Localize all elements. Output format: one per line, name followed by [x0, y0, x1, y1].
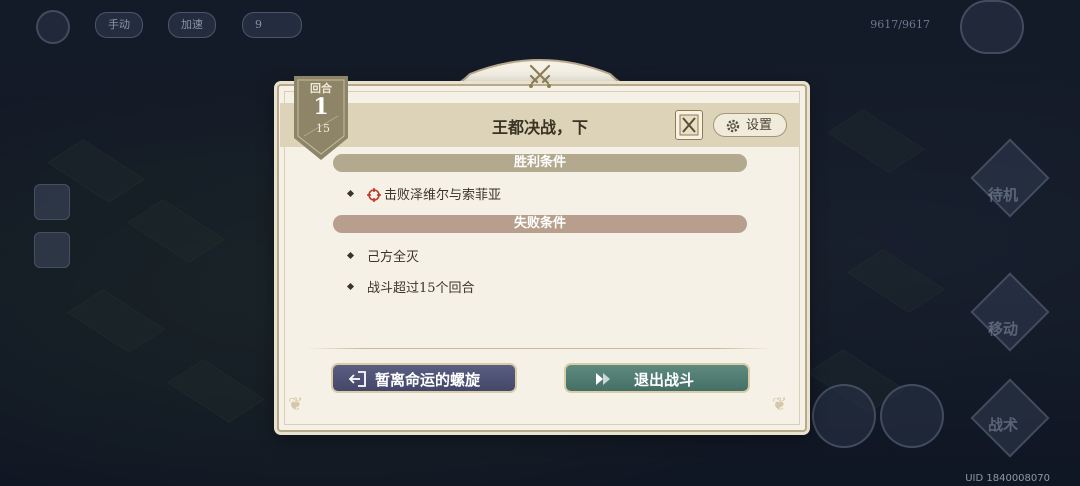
skill-button[interactable] [812, 384, 876, 448]
menu-button[interactable] [36, 10, 70, 44]
speed-button[interactable]: 加速 [168, 12, 216, 38]
corner-ornament: ❦ [772, 394, 788, 415]
corner-ornament: ❦ [288, 394, 304, 415]
bullet-icon [346, 189, 355, 198]
gear-icon [726, 119, 740, 133]
fast-forward-icon [596, 373, 610, 385]
bullet-icon [346, 251, 355, 260]
map-button[interactable] [675, 110, 703, 140]
skill-button[interactable] [880, 384, 944, 448]
round-current: 1 [313, 94, 329, 120]
leave-button-label: 暂离命运的螺旋 [375, 371, 481, 389]
turn-counter: 9 [242, 12, 302, 38]
defeat-header: 失败条件 [333, 215, 747, 233]
crossed-swords-icon [529, 64, 551, 88]
map-icon [679, 114, 699, 136]
tactics-action-label: 战术 [987, 416, 1018, 434]
defeat-condition-text: 战斗超过15个回合 [367, 281, 475, 296]
defeat-condition: 己方全灭 [346, 246, 420, 265]
leave-temporarily-button[interactable]: 暂离命运的螺旋 [331, 363, 517, 393]
exit-door-icon [349, 371, 366, 387]
target-icon [367, 187, 381, 202]
victory-condition: 击败泽维尔与索菲亚 [346, 184, 502, 203]
uid-label: UID 1840008070 [965, 473, 1050, 484]
victory-header: 胜利条件 [333, 154, 747, 172]
exit-battle-button[interactable]: 退出战斗 [564, 363, 750, 393]
round-total: 15 [316, 122, 330, 135]
character-portrait[interactable] [960, 0, 1024, 54]
settings-button[interactable]: 设置 [713, 113, 787, 137]
side-tool-button[interactable] [34, 232, 70, 268]
defeat-condition: 战斗超过15个回合 [346, 277, 475, 296]
auto-mode-button[interactable]: 手动 [95, 12, 143, 38]
wait-action-label: 待机 [987, 186, 1018, 204]
divider [306, 348, 774, 349]
defeat-condition-text: 己方全灭 [367, 250, 420, 265]
move-action-label: 移动 [987, 320, 1018, 338]
exit-button-label: 退出战斗 [634, 371, 695, 389]
victory-condition-text: 击败泽维尔与索菲亚 [384, 188, 502, 203]
player-hp: 9617/9617 [870, 18, 930, 31]
side-tool-button[interactable] [34, 184, 70, 220]
bullet-icon [346, 282, 355, 291]
settings-label: 设置 [746, 118, 773, 133]
stage-title: 王都决战，下 [491, 118, 588, 137]
